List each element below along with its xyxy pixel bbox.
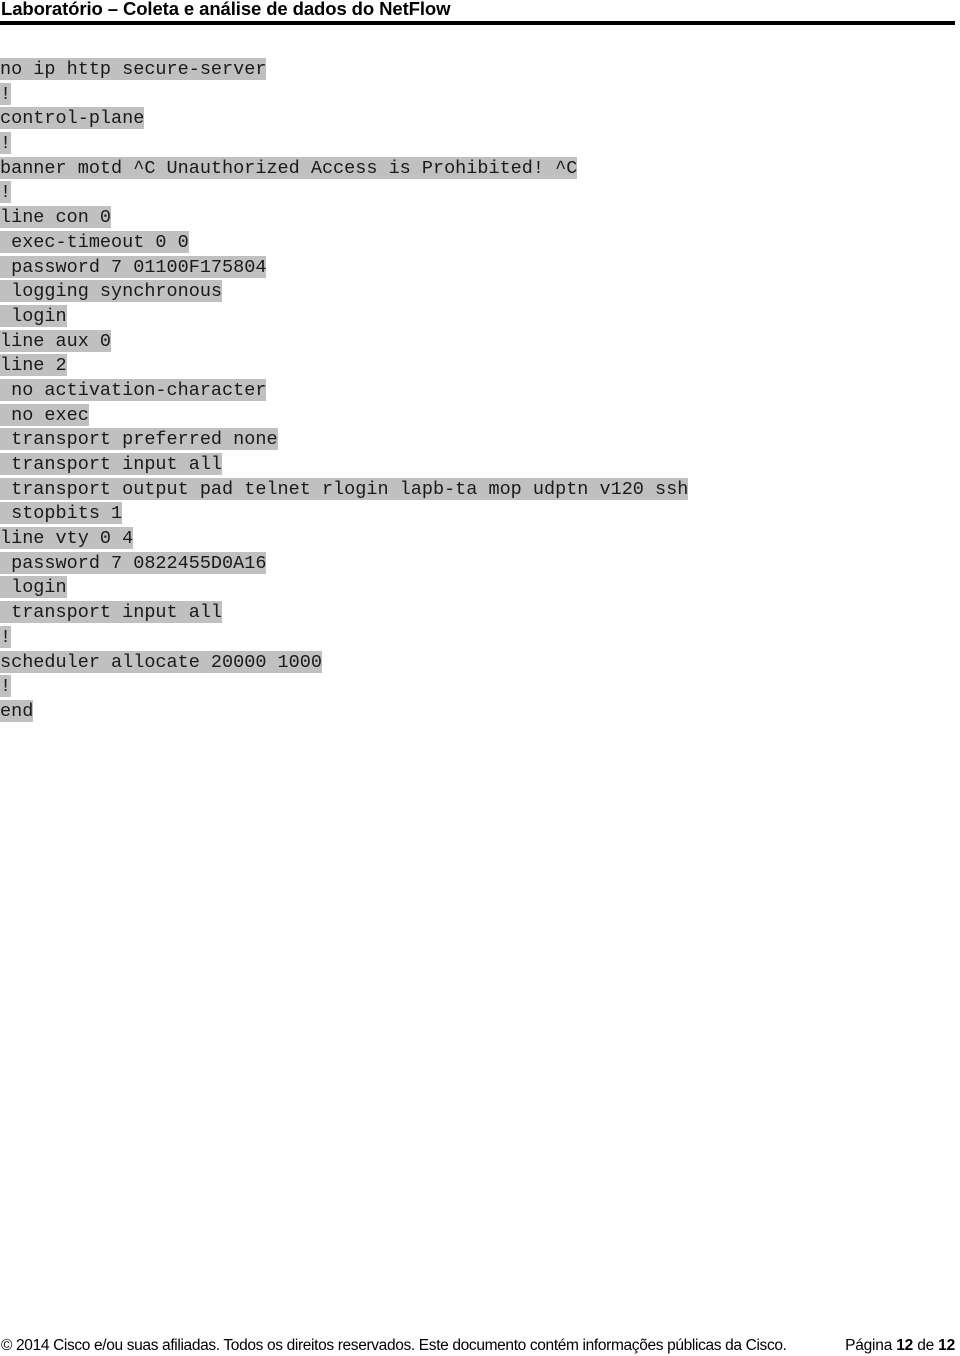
config-line: transport preferred none — [0, 428, 278, 451]
page-total: 12 — [938, 1337, 955, 1354]
config-line: transport input all — [0, 601, 223, 624]
config-line: ! — [0, 181, 12, 204]
config-line: password 7 01100F175804 — [0, 255, 267, 278]
config-line: ! — [0, 675, 12, 698]
config-line: ! — [0, 82, 12, 105]
config-line: stopbits 1 — [0, 502, 123, 525]
config-line: transport output pad telnet rlogin lapb-… — [0, 477, 689, 500]
config-line: no activation-character — [0, 378, 267, 401]
config-line: no exec — [0, 403, 89, 426]
config-line: login — [0, 304, 67, 327]
config-line: control-plane — [0, 107, 145, 130]
document-title: Laboratório – Coleta e análise de dados … — [1, 0, 451, 19]
config-line: exec-timeout 0 0 — [0, 230, 189, 253]
config-line: line 2 — [0, 354, 67, 377]
config-line: end — [0, 699, 34, 722]
config-line: password 7 0822455D0A16 — [0, 551, 267, 574]
header-divider — [0, 21, 955, 25]
config-line: ! — [0, 132, 12, 155]
page-label: Página — [845, 1337, 893, 1354]
copyright-notice: © 2014 Cisco e/ou suas afiliadas. Todos … — [1, 1337, 787, 1354]
config-line: line aux 0 — [0, 329, 112, 352]
config-line: banner motd ^C Unauthorized Access is Pr… — [0, 156, 578, 179]
config-line: line con 0 — [0, 206, 112, 229]
config-line: ! — [0, 625, 12, 648]
page-footer: © 2014 Cisco e/ou suas afiliadas. Todos … — [0, 1337, 960, 1355]
config-line: login — [0, 576, 67, 599]
page-number: Página 12 de 12 — [845, 1337, 955, 1355]
page-header: Laboratório – Coleta e análise de dados … — [0, 0, 955, 26]
config-line: no ip http secure-server — [0, 58, 267, 80]
config-line: logging synchronous — [0, 280, 223, 303]
page-of-label: de — [917, 1337, 935, 1354]
config-listing: no ip http secure-server ! control-plane… — [0, 58, 689, 725]
config-line: line vty 0 4 — [0, 527, 134, 550]
page-current: 12 — [896, 1337, 914, 1354]
config-line: transport input all — [0, 453, 223, 475]
config-line: scheduler allocate 20000 1000 — [0, 650, 322, 673]
